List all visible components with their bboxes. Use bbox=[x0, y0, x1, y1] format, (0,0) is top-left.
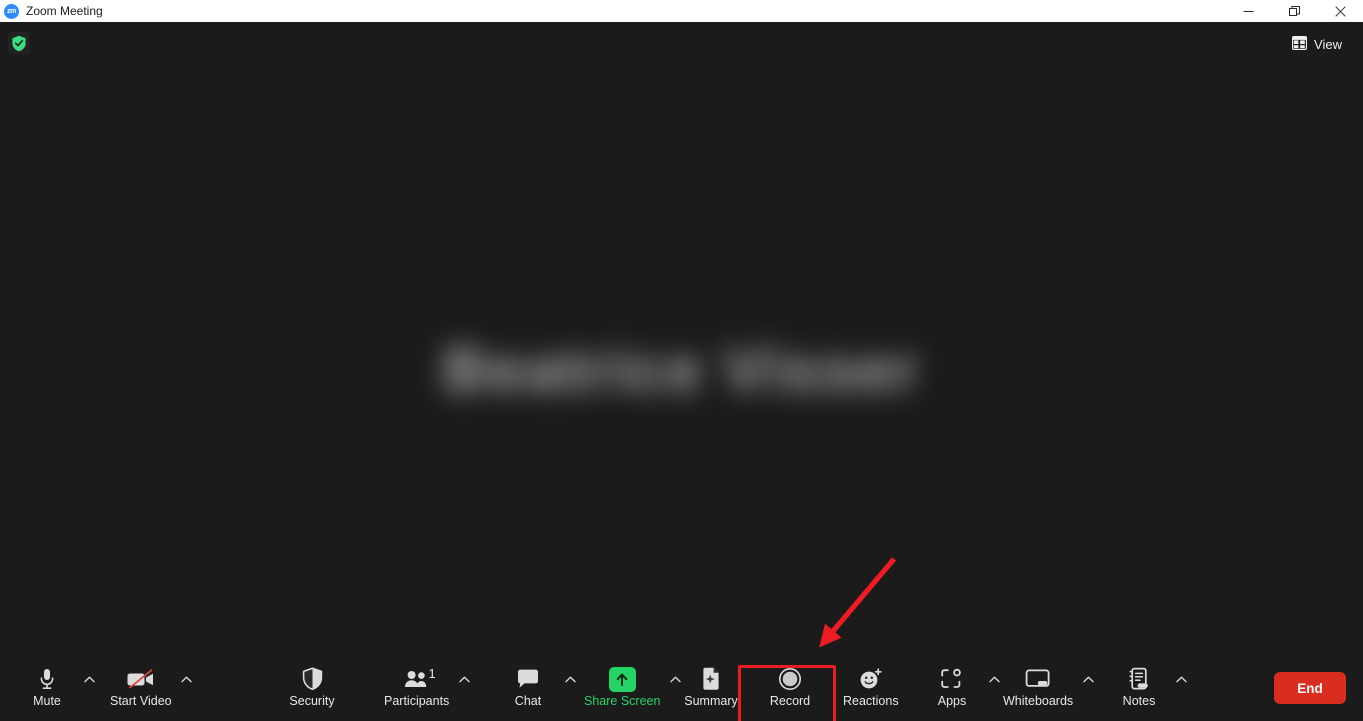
share-screen-icon bbox=[608, 666, 636, 692]
meeting-toolbar: Mute Start Video Security 1 Participants… bbox=[0, 655, 1363, 721]
shield-check-icon[interactable] bbox=[8, 32, 30, 54]
start-video-button[interactable]: Start Video bbox=[104, 662, 178, 711]
whiteboards-button[interactable]: Whiteboards bbox=[997, 662, 1079, 711]
view-button-label: View bbox=[1314, 36, 1342, 52]
close-icon[interactable] bbox=[1317, 0, 1363, 22]
record-circle-icon bbox=[778, 666, 802, 692]
participant-name-large: Beatrice Visser bbox=[443, 336, 920, 405]
chat-button[interactable]: Chat bbox=[495, 662, 561, 711]
toolbar-group-mute: Mute bbox=[14, 662, 98, 711]
toolbar-group-security: Security bbox=[279, 662, 345, 711]
shield-icon bbox=[302, 666, 323, 692]
security-button-label: Security bbox=[289, 694, 335, 708]
zoom-logo-icon: zm bbox=[4, 3, 19, 19]
grid-view-icon bbox=[1291, 35, 1308, 53]
toolbar-group-reactions: Reactions bbox=[837, 662, 905, 711]
chat-button-label: Chat bbox=[514, 694, 542, 708]
toolbar-group-notes: Notes bbox=[1106, 662, 1190, 711]
reactions-button[interactable]: Reactions bbox=[837, 662, 905, 711]
apps-button-label: Apps bbox=[937, 694, 967, 708]
chat-options-chevron-up-icon[interactable] bbox=[561, 664, 579, 694]
apps-icon bbox=[940, 666, 964, 692]
participants-options-chevron-up-icon[interactable] bbox=[455, 664, 473, 694]
toolbar-group-record: Record bbox=[757, 662, 823, 711]
whiteboards-options-chevron-up-icon[interactable] bbox=[1079, 664, 1097, 694]
toolbar-group-share: Share Screen bbox=[578, 662, 684, 711]
participants-count-badge: 1 bbox=[428, 667, 436, 681]
end-meeting-button[interactable]: End bbox=[1274, 672, 1346, 704]
notes-button[interactable]: Notes bbox=[1106, 662, 1172, 711]
toolbar-group-video: Start Video bbox=[104, 662, 196, 711]
whiteboard-icon bbox=[1025, 666, 1051, 692]
video-options-chevron-up-icon[interactable] bbox=[178, 664, 196, 694]
zoom-meeting-window: zm Zoom Meeting View Beatrice Visser Mut… bbox=[0, 0, 1363, 721]
notes-button-label: Notes bbox=[1122, 694, 1156, 708]
whiteboards-button-label: Whiteboards bbox=[1003, 694, 1074, 708]
video-stage: View Beatrice Visser Beatrice Visser bbox=[0, 22, 1363, 721]
chat-bubble-icon bbox=[516, 666, 540, 692]
title-bar-left: zm Zoom Meeting bbox=[0, 3, 1225, 19]
record-button-label: Record bbox=[769, 694, 811, 708]
participants-button-label: Participants bbox=[384, 694, 450, 708]
window-controls bbox=[1225, 0, 1363, 22]
apps-button[interactable]: Apps bbox=[919, 662, 985, 711]
maximize-icon[interactable] bbox=[1271, 0, 1317, 22]
notes-options-chevron-up-icon[interactable] bbox=[1172, 664, 1190, 694]
toolbar-group-participants: 1 Participants bbox=[378, 662, 473, 711]
microphone-icon bbox=[39, 666, 55, 692]
mute-button-label: Mute bbox=[33, 694, 61, 708]
mute-options-chevron-up-icon[interactable] bbox=[80, 664, 98, 694]
reactions-icon bbox=[858, 666, 883, 692]
summary-button-label: Summary bbox=[684, 694, 738, 708]
toolbar-group-apps: Apps bbox=[919, 662, 1003, 711]
minimize-icon[interactable] bbox=[1225, 0, 1271, 22]
toolbar-group-whiteboards: Whiteboards bbox=[997, 662, 1097, 711]
toolbar-group-chat: Chat bbox=[495, 662, 579, 711]
summary-button[interactable]: Summary bbox=[678, 662, 744, 711]
security-button[interactable]: Security bbox=[279, 662, 345, 711]
summary-doc-icon bbox=[701, 666, 721, 692]
title-bar: zm Zoom Meeting bbox=[0, 0, 1363, 22]
start-video-button-label: Start Video bbox=[110, 694, 172, 708]
view-button[interactable]: View bbox=[1283, 31, 1351, 57]
mute-button[interactable]: Mute bbox=[14, 662, 80, 711]
video-off-icon bbox=[126, 666, 156, 692]
meeting-toolbar-inner: Mute Start Video Security 1 Participants… bbox=[0, 655, 1363, 721]
record-button[interactable]: Record bbox=[757, 662, 823, 711]
share-screen-button-label: Share Screen bbox=[584, 694, 661, 708]
toolbar-group-summary: Summary bbox=[678, 662, 744, 711]
notes-icon bbox=[1128, 666, 1150, 692]
reactions-button-label: Reactions bbox=[843, 694, 899, 708]
participants-button[interactable]: 1 Participants bbox=[378, 662, 455, 711]
people-icon: 1 bbox=[403, 666, 436, 692]
window-title: Zoom Meeting bbox=[26, 4, 103, 18]
share-screen-button[interactable]: Share Screen bbox=[578, 662, 666, 711]
